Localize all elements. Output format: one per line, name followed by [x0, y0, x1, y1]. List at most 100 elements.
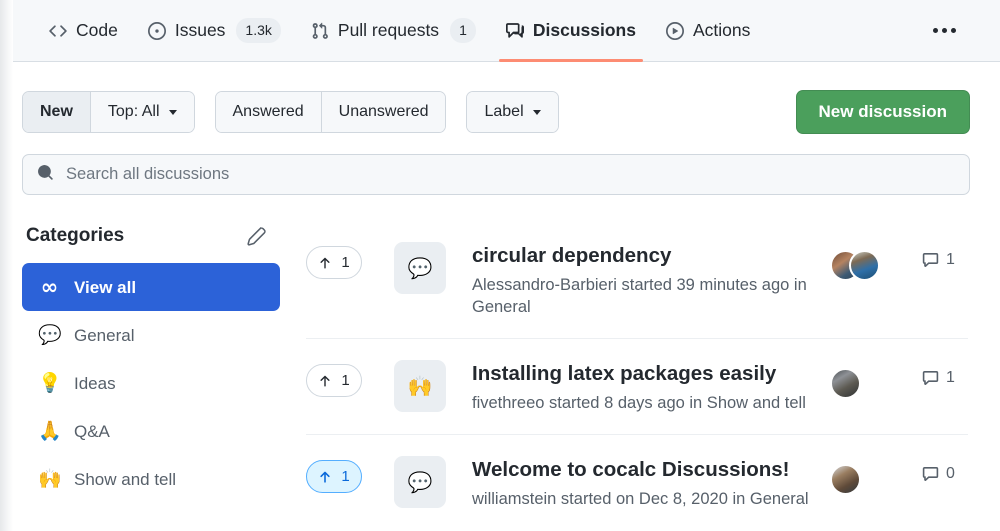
discussion-row[interactable]: 1 💬 circular dependency Alessandro-Barbi… — [306, 221, 968, 339]
arrow-up-icon — [318, 470, 332, 484]
participant-avatars — [830, 368, 892, 399]
sidebar-item-view-all[interactable]: ∞ View all — [22, 263, 280, 311]
repository-nav: Code Issues 1.3k Pull requests 1 Discuss… — [0, 0, 1000, 62]
nav-tab-code[interactable]: Code — [34, 0, 133, 62]
sidebar-item-qa[interactable]: 🙏 Q&A — [22, 407, 280, 455]
filter-unanswered-button[interactable]: Unanswered — [321, 92, 446, 132]
filter-answered-button[interactable]: Answered — [216, 92, 321, 132]
nav-tab-issues[interactable]: Issues 1.3k — [133, 0, 296, 62]
chevron-down-icon — [533, 110, 541, 115]
sidebar-item-label: Ideas — [74, 375, 116, 392]
arrow-up-icon — [318, 374, 332, 388]
categories-sidebar: Categories ∞ View all 💬 General — [22, 221, 280, 530]
discussion-list: 1 💬 circular dependency Alessandro-Barbi… — [306, 221, 970, 530]
comment-count[interactable]: 0 — [922, 465, 968, 483]
kebab-dot — [933, 28, 938, 33]
nav-tab-label: Code — [76, 22, 118, 40]
categories-header: Categories — [22, 221, 280, 251]
discussion-meta: williamstein started on Dec 8, 2020 in G… — [472, 488, 820, 510]
infinity-icon: ∞ — [38, 277, 60, 298]
nav-tab-label: Actions — [693, 22, 750, 40]
kebab-dot — [951, 28, 956, 33]
filter-toolbar: New Top: All Answered Unanswered Label — [22, 62, 970, 134]
upvote-button[interactable]: 1 — [306, 246, 362, 279]
discussions-body: Categories ∞ View all 💬 General — [22, 221, 970, 530]
folded-hands-icon: 🙏 — [38, 422, 60, 441]
discussion-meta: Alessandro-Barbieri started 39 minutes a… — [472, 274, 820, 319]
sidebar-item-label: View all — [74, 279, 136, 296]
discussion-meta: fivethreeo started 8 days ago in Show an… — [472, 392, 820, 414]
light-bulb-icon: 💡 — [38, 374, 60, 393]
sidebar-item-ideas[interactable]: 💡 Ideas — [22, 359, 280, 407]
nav-tab-label: Pull requests — [338, 22, 439, 40]
nav-tab-actions[interactable]: Actions — [651, 0, 765, 62]
code-icon — [49, 22, 67, 40]
chevron-down-icon — [169, 110, 177, 115]
sidebar-item-label: Q&A — [74, 423, 110, 440]
participant-avatars — [830, 250, 892, 281]
arrow-up-icon — [318, 256, 332, 270]
comment-count-value: 1 — [946, 369, 955, 387]
categories-title: Categories — [26, 225, 124, 247]
search-input[interactable] — [66, 165, 955, 184]
sidebar-item-label: General — [74, 327, 134, 344]
discussion-main: circular dependency Alessandro-Barbieri … — [472, 242, 820, 318]
upvote-count: 1 — [341, 468, 349, 485]
git-pull-request-icon — [311, 22, 329, 40]
discussion-title[interactable]: circular dependency — [472, 243, 820, 269]
nav-tab-label: Issues — [175, 22, 226, 40]
new-discussion-label: New discussion — [819, 102, 947, 122]
categories-list: ∞ View all 💬 General 💡 Ideas 🙏 Q&A — [22, 263, 280, 503]
nav-tab-discussions[interactable]: Discussions — [491, 0, 651, 62]
upvote-button[interactable]: 1 — [306, 364, 362, 397]
discussion-row[interactable]: 1 🙌 Installing latex packages easily fiv… — [306, 339, 968, 435]
avatar[interactable] — [849, 250, 880, 281]
sidebar-item-label: Show and tell — [74, 471, 176, 488]
sidebar-item-general[interactable]: 💬 General — [22, 311, 280, 359]
nav-overflow-menu-button[interactable] — [927, 20, 962, 41]
avatar[interactable] — [830, 464, 861, 495]
new-discussion-button[interactable]: New discussion — [796, 90, 970, 134]
comment-icon — [922, 370, 939, 387]
comment-count-value: 1 — [946, 251, 955, 269]
comment-icon — [922, 466, 939, 483]
filter-label-button[interactable]: Label — [467, 92, 557, 132]
answer-filter-group: Answered Unanswered — [215, 91, 447, 133]
sidebar-item-show-and-tell[interactable]: 🙌 Show and tell — [22, 455, 280, 503]
discussion-category-icon: 🙌 — [394, 360, 446, 412]
avatar[interactable] — [830, 368, 861, 399]
issues-count-badge: 1.3k — [236, 18, 280, 43]
filter-top-all-button[interactable]: Top: All — [90, 92, 194, 132]
upvote-count: 1 — [341, 372, 349, 389]
sort-button-group: New Top: All — [22, 91, 195, 133]
filter-answered-label: Answered — [233, 103, 304, 121]
discussion-category-icon: 💬 — [394, 456, 446, 508]
nav-tab-label: Discussions — [533, 22, 636, 40]
discussion-title[interactable]: Installing latex packages easily — [472, 361, 820, 387]
discussion-main: Installing latex packages easily fivethr… — [472, 360, 820, 414]
search-icon — [37, 164, 54, 186]
raising-hands-icon: 🙌 — [38, 470, 60, 489]
discussion-category-icon: 💬 — [394, 242, 446, 294]
filter-new-button[interactable]: New — [23, 92, 90, 132]
play-icon — [666, 22, 684, 40]
discussion-row[interactable]: 1 💬 Welcome to cocalc Discussions! willi… — [306, 435, 968, 530]
comment-discussion-icon — [506, 22, 524, 40]
comment-count[interactable]: 1 — [922, 369, 968, 387]
filter-label-text: Label — [484, 103, 523, 121]
filter-top-all-label: Top: All — [108, 103, 160, 121]
github-discussions-page: Code Issues 1.3k Pull requests 1 Discuss… — [0, 0, 1000, 531]
label-filter-group: Label — [466, 91, 558, 133]
pencil-icon[interactable] — [247, 227, 266, 246]
discussion-main: Welcome to cocalc Discussions! williamst… — [472, 456, 820, 510]
participant-avatars — [830, 464, 892, 495]
discussion-title[interactable]: Welcome to cocalc Discussions! — [472, 457, 820, 483]
upvote-button[interactable]: 1 — [306, 460, 362, 493]
issue-opened-icon — [148, 22, 166, 40]
speech-balloon-icon: 💬 — [38, 326, 60, 345]
search-bar[interactable] — [22, 154, 970, 195]
comment-count[interactable]: 1 — [922, 251, 968, 269]
pull-requests-count-badge: 1 — [450, 18, 476, 43]
nav-tab-pull-requests[interactable]: Pull requests 1 — [296, 0, 491, 62]
discussions-content: New Top: All Answered Unanswered Label — [0, 62, 1000, 530]
